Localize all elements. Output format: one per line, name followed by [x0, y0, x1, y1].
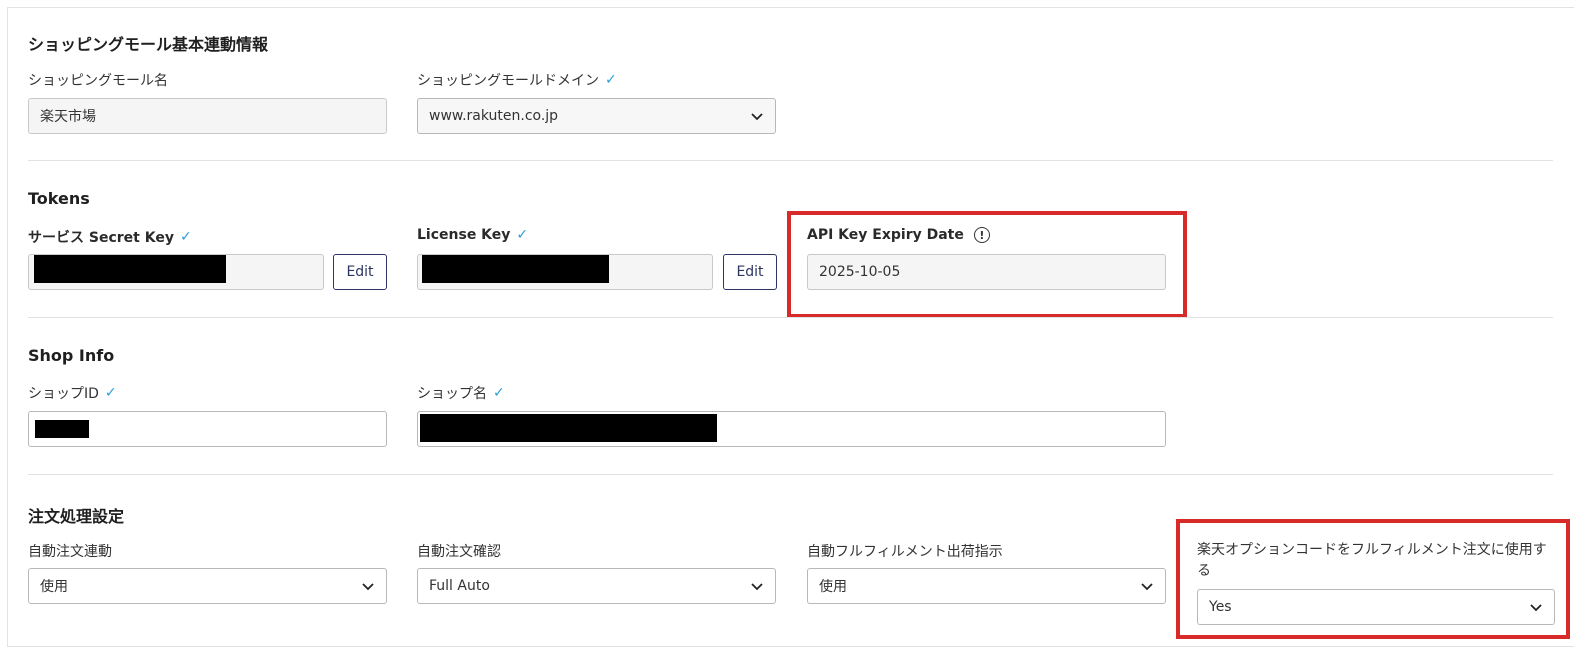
mall-name-label-text: ショッピングモール名	[28, 73, 168, 89]
order-settings-section-title: 注文処理設定	[28, 507, 125, 526]
redacted-secret-key	[34, 255, 226, 283]
divider	[28, 474, 1553, 475]
shop-id-label-text: ショップID	[28, 386, 99, 402]
mall-name-label: ショッピングモール名	[28, 70, 168, 90]
shop-name-label: ショップ名 ✓	[417, 383, 505, 403]
mall-domain-value: www.rakuten.co.jp	[429, 108, 559, 124]
check-icon: ✓	[179, 229, 192, 245]
redacted-license-key	[422, 255, 609, 283]
tokens-section-title: Tokens	[28, 189, 90, 208]
divider	[28, 160, 1553, 161]
auto-fulfillment-value: 使用	[819, 579, 847, 595]
auto-order-link-label: 自動注文連動	[28, 541, 112, 561]
auto-order-link-label-text: 自動注文連動	[28, 544, 112, 560]
divider	[28, 317, 1553, 318]
check-icon: ✓	[104, 385, 117, 401]
check-icon: ✓	[605, 72, 617, 88]
redacted-shop-name	[420, 414, 717, 442]
mall-domain-label-text: ショッピングモールドメイン	[417, 73, 599, 89]
auto-fulfillment-select[interactable]: 使用	[807, 568, 1166, 604]
auto-order-confirm-select[interactable]: Full Auto	[417, 568, 776, 604]
expiry-highlight-box	[787, 211, 1187, 318]
license-key-edit-button[interactable]: Edit	[723, 254, 777, 290]
auto-order-link-value: 使用	[40, 579, 68, 595]
chevron-down-icon	[751, 113, 763, 121]
check-icon: ✓	[516, 227, 529, 243]
auto-order-confirm-value: Full Auto	[429, 578, 490, 594]
shop-id-label: ショップID ✓	[28, 383, 117, 403]
mall-name-value: 楽天市場	[40, 109, 96, 125]
secret-key-label: サービス Secret Key ✓	[28, 227, 192, 247]
chevron-down-icon	[1141, 583, 1153, 591]
chevron-down-icon	[362, 583, 374, 591]
license-key-label-text: License Key	[417, 227, 511, 243]
secret-key-label-text: サービス Secret Key	[28, 230, 174, 246]
auto-order-link-select[interactable]: 使用	[28, 568, 387, 604]
auto-fulfillment-label-text: 自動フルフィルメント出荷指示	[807, 544, 1003, 560]
secret-key-edit-button[interactable]: Edit	[333, 254, 387, 290]
mall-section-title: ショッピングモール基本連動情報	[28, 35, 269, 54]
auto-fulfillment-label: 自動フルフィルメント出荷指示	[807, 541, 1003, 561]
shop-info-section-title: Shop Info	[28, 346, 115, 365]
auto-order-confirm-label-text: 自動注文確認	[417, 544, 501, 560]
mall-domain-select[interactable]: www.rakuten.co.jp	[417, 98, 776, 134]
shop-name-label-text: ショップ名	[417, 386, 487, 402]
redacted-shop-id	[35, 420, 89, 438]
mall-domain-label: ショッピングモールドメイン ✓	[417, 70, 617, 90]
check-icon: ✓	[493, 385, 505, 401]
mall-name-field: 楽天市場	[28, 98, 387, 134]
auto-order-confirm-label: 自動注文確認	[417, 541, 501, 561]
chevron-down-icon	[751, 583, 763, 591]
license-key-label: License Key ✓	[417, 227, 528, 243]
option-code-highlight-box	[1176, 519, 1570, 639]
